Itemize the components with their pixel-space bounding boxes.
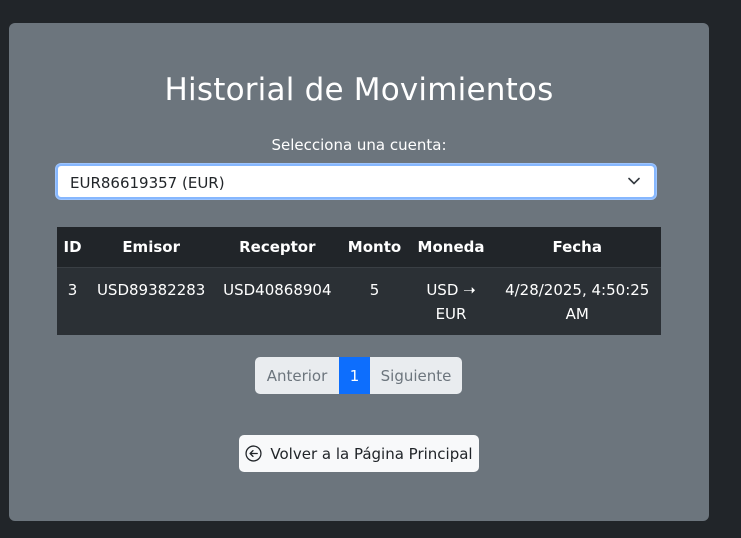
col-id-header: ID [57, 227, 89, 268]
pagination-prev-button[interactable]: Anterior [255, 357, 339, 394]
account-select-label: Selecciona una cuenta: [271, 136, 447, 154]
chevron-down-icon [628, 177, 640, 185]
cell-moneda: USD ➝ EUR [408, 267, 494, 335]
account-select[interactable]: EUR86619357 (EUR) [56, 164, 656, 199]
cell-emisor: USD89382283 [88, 267, 215, 335]
col-moneda-header: Moneda [408, 227, 494, 268]
back-to-home-label: Volver a la Página Principal [270, 444, 473, 463]
history-card: Historial de Movimientos Selecciona una … [9, 23, 709, 521]
pagination-next-button[interactable]: Siguiente [370, 357, 462, 394]
account-select-value: EUR86619357 (EUR) [70, 174, 225, 192]
col-emisor-header: Emisor [88, 227, 215, 268]
movements-table: ID Emisor Receptor Monto Moneda Fecha 3 … [57, 227, 661, 335]
cell-monto: 5 [340, 267, 409, 335]
arrow-left-circle-icon [245, 445, 262, 462]
table-header-row: ID Emisor Receptor Monto Moneda Fecha [57, 227, 661, 268]
page-title: Historial de Movimientos [164, 72, 554, 108]
cell-receptor: USD40868904 [214, 267, 341, 335]
col-monto-header: Monto [340, 227, 409, 268]
table-row: 3 USD89382283 USD40868904 5 USD ➝ EUR 4/… [57, 267, 661, 335]
col-fecha-header: Fecha [493, 227, 661, 268]
cell-fecha: 4/28/2025, 4:50:25 AM [493, 267, 661, 335]
back-to-home-button[interactable]: Volver a la Página Principal [239, 435, 479, 472]
col-receptor-header: Receptor [214, 227, 341, 268]
cell-id: 3 [57, 267, 89, 335]
pagination-page-1[interactable]: 1 [339, 357, 370, 394]
pagination: Anterior 1 Siguiente [255, 357, 462, 394]
